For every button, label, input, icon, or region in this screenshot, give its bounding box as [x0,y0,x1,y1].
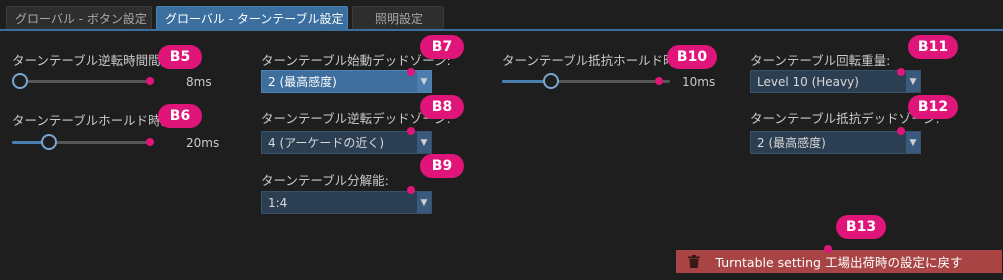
tab-turntable-settings[interactable]: グローバル - ターンテーブル設定 [156,6,348,30]
chevron-down-icon[interactable]: ▼ [417,132,431,153]
annotation-badge-b5: B5 [158,45,202,69]
chevron-down-icon[interactable]: ▼ [906,132,920,153]
annotation-dot-b5 [146,77,154,85]
slider-knob[interactable] [41,134,57,150]
annotation-badge-b6: B6 [158,104,202,128]
hold-time-label: ターンテーブルホールド時間 [12,113,174,128]
tab-underline [0,29,1003,31]
hold-time-value: 20ms [186,136,220,150]
slider-knob[interactable] [12,73,28,89]
chevron-down-icon[interactable]: ▼ [417,192,431,213]
select-value: 2 (最高感度) [268,75,337,89]
annotation-dot-b11 [897,68,905,76]
resist-hold-label: ターンテーブル抵抗ホールド時間 [502,53,689,68]
slider-track [12,80,154,83]
slider-knob[interactable] [543,73,559,89]
chevron-down-icon[interactable]: ▼ [906,71,920,92]
annotation-dot-b8 [407,127,415,135]
tab-lighting-settings[interactable]: 照明設定 [352,6,444,30]
annotation-badge-b10: B10 [667,45,717,69]
rotation-weight-select[interactable]: Level 10 (Heavy) ▼ [750,70,921,93]
reverse-time-slider[interactable] [12,73,154,89]
reverse-deadzone-select[interactable]: 4 (アーケードの近く) ▼ [261,131,432,154]
tab-label: グローバル - ボタン設定 [15,12,147,26]
tab-label: 照明設定 [375,12,424,26]
select-value: 2 (最高感度) [757,136,826,150]
resist-hold-slider[interactable] [502,73,670,89]
chevron-down-icon[interactable]: ▼ [417,71,431,92]
annotation-badge-b8: B8 [420,95,464,119]
resist-deadzone-select[interactable]: 2 (最高感度) ▼ [750,131,921,154]
annotation-badge-b13: B13 [836,215,886,239]
annotation-dot-b13 [824,245,832,253]
select-value: 1:4 [268,195,288,210]
annotation-badge-b12: B12 [908,95,958,119]
annotation-dot-b10 [655,77,663,85]
select-value: 4 (アーケードの近く) [268,136,385,150]
annotation-dot-b12 [897,127,905,135]
tab-label: グローバル - ターンテーブル設定 [165,12,344,26]
reverse-time-value: 8ms [186,75,212,89]
annotation-dot-b9 [407,186,415,194]
resolution-select[interactable]: 1:4 ▼ [261,191,432,214]
tab-bar: グローバル - ボタン設定 グローバル - ターンテーブル設定 照明設定 [0,0,1003,31]
resolution-label: ターンテーブル分解能: [261,173,389,188]
annotation-dot-b7 [407,68,415,76]
reverse-time-label: ターンテーブル逆転時間間隔 [12,53,174,68]
resist-hold-value: 10ms [682,75,716,89]
rotation-weight-label: ターンテーブル回転重量: [750,53,891,68]
annotation-dot-b6 [146,138,154,146]
annotation-badge-b7: B7 [420,35,464,59]
annotation-badge-b11: B11 [908,35,958,59]
hold-time-slider[interactable] [12,134,154,150]
tab-button-settings[interactable]: グローバル - ボタン設定 [6,6,152,30]
reset-button-label: Turntable setting 工場出荷時の設定に戻す [715,255,963,270]
annotation-badge-b9: B9 [420,154,464,178]
trash-icon [688,255,700,268]
select-value: Level 10 (Heavy) [757,74,859,89]
reset-turntable-button[interactable]: Turntable setting 工場出荷時の設定に戻す [676,250,1002,273]
